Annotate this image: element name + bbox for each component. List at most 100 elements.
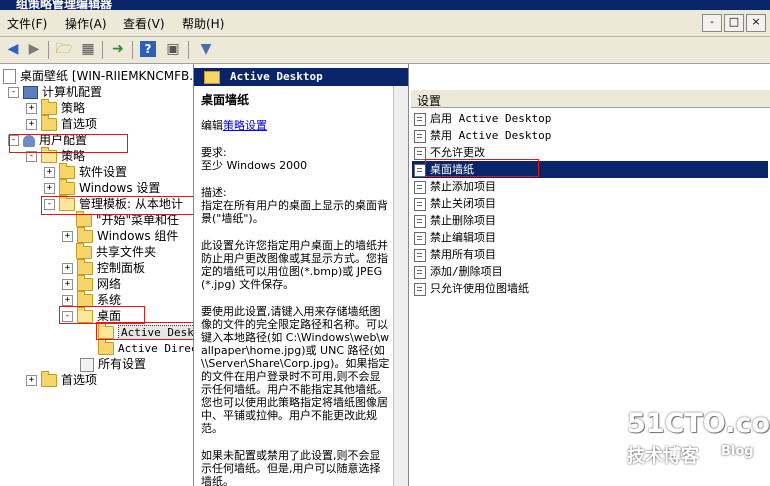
setting-row[interactable]: 禁止关闭项目 bbox=[412, 195, 768, 212]
export-list-icon[interactable]: ➜ bbox=[108, 40, 128, 58]
tree-shared-folders[interactable]: 共享文件夹 bbox=[76, 243, 157, 260]
description-text-1: 描述: 指定在所有用户的桌面上显示的桌面背景("墙纸")。 bbox=[201, 186, 391, 225]
restore-button[interactable]: □ bbox=[724, 14, 744, 32]
policy-setting-icon bbox=[414, 282, 426, 296]
tree-uc-preferences-label: 首选项 bbox=[61, 373, 98, 387]
setting-row[interactable]: 启用 Active Desktop bbox=[412, 110, 768, 127]
setting-row[interactable]: 禁用所有项目 bbox=[412, 246, 768, 263]
tree-all-settings-label: 所有设置 bbox=[98, 357, 147, 371]
setting-row[interactable]: 禁止编辑项目 bbox=[412, 229, 768, 246]
tree-cc-policies-label: 策略 bbox=[61, 101, 86, 115]
back-arrow-icon[interactable]: ◀ bbox=[3, 40, 23, 58]
tree-windows-components[interactable]: + Windows 组件 bbox=[62, 227, 178, 244]
tree-shared-folders-label: 共享文件夹 bbox=[96, 245, 157, 259]
folder-icon bbox=[77, 259, 93, 275]
expand-icon[interactable]: + bbox=[44, 167, 55, 178]
window-title: 组策略管理编辑器 bbox=[16, 0, 113, 10]
expand-icon[interactable]: + bbox=[26, 119, 37, 130]
close-button[interactable]: × bbox=[746, 14, 766, 32]
tree-windows-settings-label: Windows 设置 bbox=[79, 181, 161, 195]
extended-description-pane: Active Desktop 桌面墙纸 编辑策略设置 要求: 至少 Window… bbox=[194, 64, 409, 486]
policy-setting-icon bbox=[414, 146, 426, 160]
watermark-sub: 技术博客 bbox=[627, 446, 699, 467]
expand-icon[interactable]: + bbox=[62, 279, 73, 290]
setting-row[interactable]: 禁止添加项目 bbox=[412, 178, 768, 195]
setting-label: 只允许使用位图墙纸 bbox=[430, 282, 529, 295]
description-scrollbar[interactable] bbox=[393, 86, 408, 486]
tree-active-directory-label: Active Direc bbox=[118, 342, 194, 355]
properties-icon[interactable]: ▣ bbox=[163, 40, 183, 58]
expand-icon[interactable]: + bbox=[62, 263, 73, 274]
help-icon[interactable]: ? bbox=[140, 41, 156, 57]
watermark-blog: Blog bbox=[721, 444, 754, 459]
setting-label: 禁止编辑项目 bbox=[430, 231, 496, 244]
folder-icon bbox=[98, 339, 114, 355]
folder-icon bbox=[41, 115, 57, 131]
tree-computer-config[interactable]: - 计算机配置 bbox=[8, 84, 102, 100]
folder-icon bbox=[59, 179, 75, 195]
filter-icon[interactable]: ▼ bbox=[196, 40, 216, 58]
menu-view[interactable]: 查看(V) bbox=[123, 15, 165, 32]
tree-active-directory[interactable]: Active Direc bbox=[98, 339, 194, 356]
tree-root-label: 桌面壁纸 [WIN-RIIEMKNCMFB.TE bbox=[20, 69, 194, 83]
expand-icon[interactable]: + bbox=[44, 183, 55, 194]
edit-policy-line: 编辑策略设置 bbox=[201, 119, 391, 132]
computer-icon bbox=[23, 86, 38, 99]
column-header-settings[interactable]: 设置 bbox=[411, 89, 770, 108]
tree-windows-settings[interactable]: + Windows 设置 bbox=[44, 179, 161, 196]
tree-network[interactable]: + 网络 bbox=[62, 275, 121, 292]
tree-cc-preferences[interactable]: + 首选项 bbox=[26, 115, 97, 132]
tree-cc-policies[interactable]: + 策略 bbox=[26, 99, 86, 116]
setting-row[interactable]: 添加/删除项目 bbox=[412, 263, 768, 280]
watermark: 51CTO.com 技术博客 Blog bbox=[627, 408, 770, 468]
window-title-bar: 组策略管理编辑器 bbox=[0, 0, 770, 10]
watermark-site: 51CTO.com bbox=[627, 408, 770, 439]
folder-icon bbox=[41, 371, 57, 387]
tree-system-label: 系统 bbox=[97, 293, 122, 307]
show-hide-tree-icon[interactable]: ▦ bbox=[78, 40, 98, 58]
folder-icon bbox=[77, 275, 93, 291]
policy-setting-icon bbox=[414, 180, 426, 194]
setting-label: 禁止删除项目 bbox=[430, 214, 496, 227]
folder-icon bbox=[59, 163, 75, 179]
up-folder-icon[interactable]: 🗁 bbox=[54, 40, 74, 58]
setting-row[interactable]: 禁用 Active Desktop bbox=[412, 127, 768, 144]
policy-document-icon bbox=[3, 69, 16, 84]
setting-row[interactable]: 禁止删除项目 bbox=[412, 212, 768, 229]
policy-setting-icon bbox=[414, 248, 426, 262]
description-label: 描述: bbox=[201, 186, 227, 199]
mdi-buttons: - □ × bbox=[700, 14, 766, 32]
description-paragraph: 指定在所有用户的桌面上显示的桌面背景("墙纸")。 bbox=[201, 199, 388, 225]
policy-setting-icon bbox=[414, 265, 426, 279]
highlight-box-desktop-wallpaper bbox=[425, 159, 539, 177]
setting-label: 禁止关闭项目 bbox=[430, 197, 496, 210]
expand-icon[interactable]: + bbox=[62, 231, 73, 242]
column-header-label: 设置 bbox=[417, 94, 442, 108]
policy-setting-icon bbox=[414, 129, 426, 143]
tree-software-settings[interactable]: + 软件设置 bbox=[44, 163, 127, 180]
forward-arrow-icon[interactable]: ▶ bbox=[24, 40, 44, 58]
tree-control-panel[interactable]: + 控制面板 bbox=[62, 259, 145, 276]
expand-icon[interactable]: + bbox=[62, 295, 73, 306]
edit-policy-link[interactable]: 策略设置 bbox=[223, 119, 267, 132]
menu-help[interactable]: 帮助(H) bbox=[182, 15, 224, 32]
setting-row[interactable]: 只允许使用位图墙纸 bbox=[412, 280, 768, 297]
tree-root[interactable]: 桌面壁纸 [WIN-RIIEMKNCMFB.TE bbox=[3, 68, 194, 84]
minimize-button[interactable]: - bbox=[702, 14, 722, 32]
expand-icon[interactable]: + bbox=[26, 103, 37, 114]
highlight-box-active-desktop bbox=[96, 322, 193, 340]
menu-file[interactable]: 文件(F) bbox=[7, 15, 47, 32]
policy-setting-icon bbox=[414, 214, 426, 228]
requirements-value: 至少 Windows 2000 bbox=[201, 159, 308, 172]
settings-list-icon bbox=[80, 357, 94, 372]
policy-setting-icon bbox=[414, 197, 426, 211]
tree-all-settings[interactable]: 所有设置 bbox=[80, 356, 146, 372]
setting-label: 不允许更改 bbox=[430, 146, 485, 159]
tree-uc-preferences[interactable]: + 首选项 bbox=[26, 371, 98, 388]
description-paragraph: 要使用此设置,请键入用来存储墙纸图像的文件的完全限定路径和名称。可以键入本地路径… bbox=[201, 305, 390, 435]
collapse-icon[interactable]: - bbox=[8, 87, 19, 98]
settings-list-pane: 设置 启用 Active Desktop 禁用 Active Desktop 不允许… bbox=[409, 64, 770, 486]
expand-icon[interactable]: + bbox=[26, 375, 37, 386]
highlight-box-admin-templates bbox=[41, 196, 193, 215]
menu-action[interactable]: 操作(A) bbox=[65, 15, 107, 32]
